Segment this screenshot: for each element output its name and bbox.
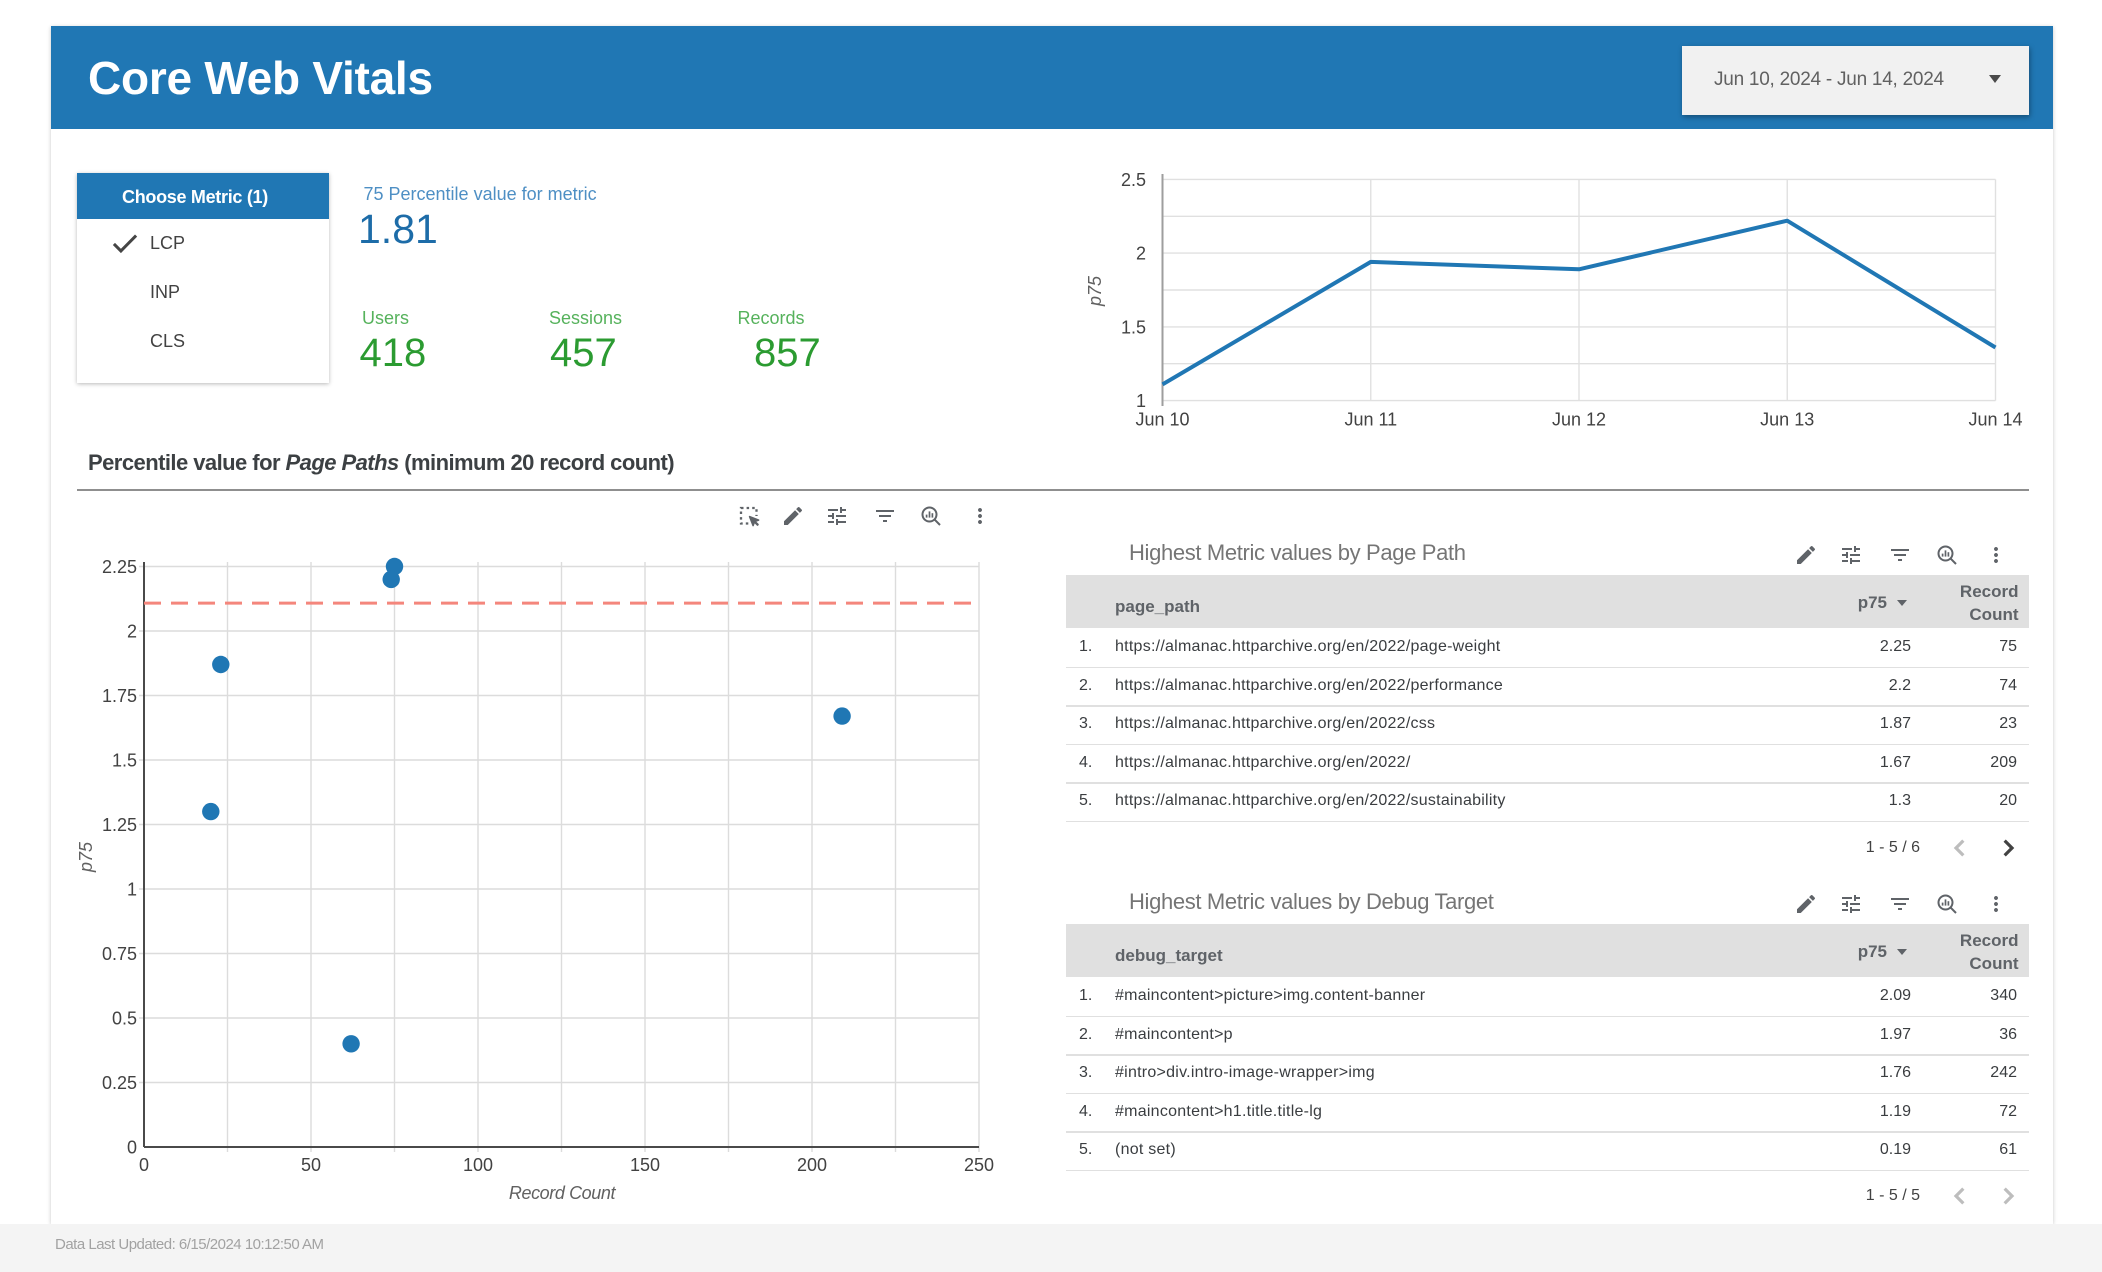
svg-text:0.75: 0.75 [102,944,137,964]
svg-text:0.5: 0.5 [112,1009,137,1029]
svg-text:1.75: 1.75 [102,686,137,706]
svg-text:2: 2 [127,622,137,642]
svg-text:2.25: 2.25 [102,557,137,577]
svg-text:1.25: 1.25 [102,815,137,835]
svg-text:0: 0 [139,1155,149,1175]
svg-text:p75: p75 [1085,275,1105,307]
svg-text:1: 1 [1136,391,1146,411]
svg-text:1.5: 1.5 [112,751,137,771]
svg-text:200: 200 [797,1155,827,1175]
svg-text:2: 2 [1136,244,1146,264]
svg-text:2.5: 2.5 [1121,170,1146,190]
svg-text:50: 50 [301,1155,321,1175]
svg-text:1: 1 [127,880,137,900]
svg-text:p75: p75 [76,841,96,873]
svg-text:0.25: 0.25 [102,1073,137,1093]
svg-text:Jun 13: Jun 13 [1760,410,1814,430]
svg-text:Jun 14: Jun 14 [1968,410,2022,430]
svg-text:Record Count: Record Count [509,1183,617,1203]
svg-text:250: 250 [964,1155,994,1175]
svg-text:1.5: 1.5 [1121,317,1146,337]
svg-text:100: 100 [463,1155,493,1175]
svg-text:150: 150 [630,1155,660,1175]
svg-text:0: 0 [127,1138,137,1158]
svg-text:Jun 10: Jun 10 [1135,410,1189,430]
svg-text:Jun 11: Jun 11 [1344,410,1397,430]
svg-text:Jun 12: Jun 12 [1552,410,1606,430]
